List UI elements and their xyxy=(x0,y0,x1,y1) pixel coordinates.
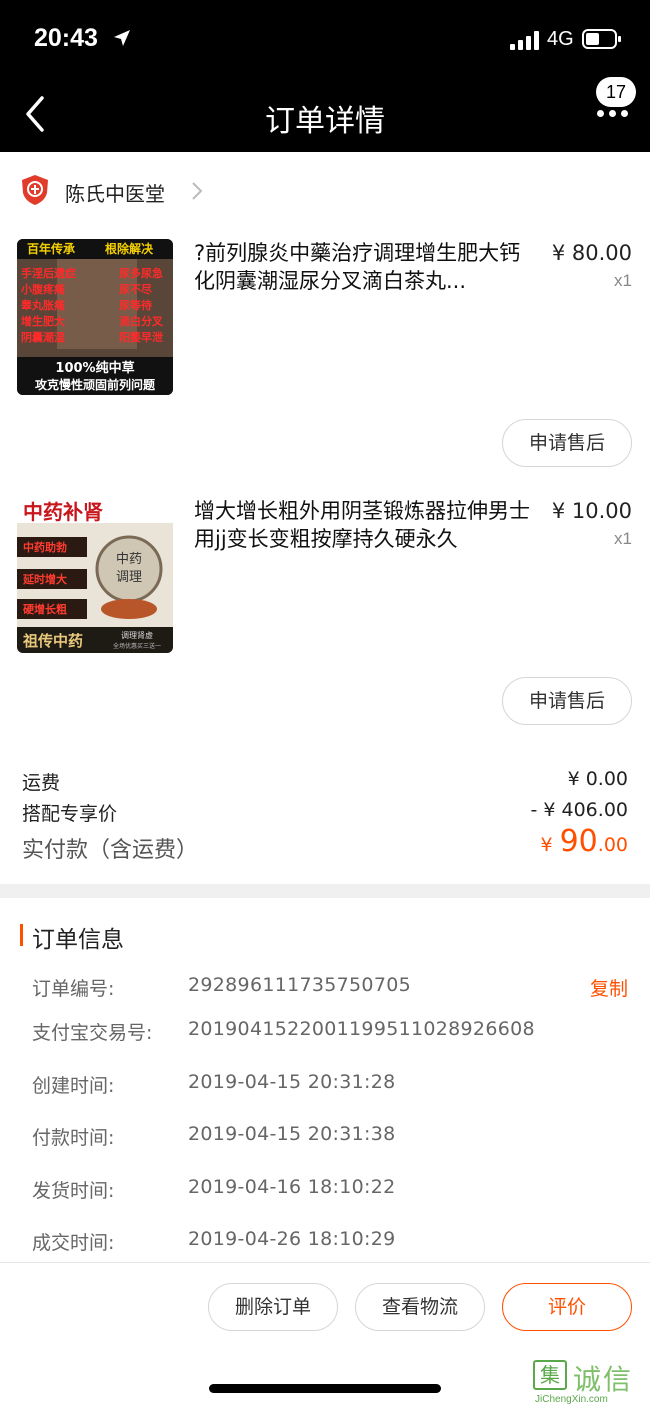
total-decimal: .00 xyxy=(597,834,628,856)
status-time: 20:43 xyxy=(34,24,98,52)
thumb-text: 滴白分叉 xyxy=(119,314,164,328)
chevron-right-icon xyxy=(192,182,203,200)
bundle-price-row: 搭配专享价 - ¥ 406.00 xyxy=(22,799,628,826)
info-value: 2019-04-15 20:31:28 xyxy=(188,1071,396,1093)
info-label: 付款时间: xyxy=(32,1127,115,1149)
action-bar-divider xyxy=(0,1262,650,1263)
shipping-value: ¥ 0.00 xyxy=(567,768,628,790)
signal-icon xyxy=(510,30,540,50)
after-sale-button[interactable]: 申请售后 xyxy=(502,677,632,725)
total-label: 实付款（含运费） xyxy=(22,838,199,863)
watermark-logo: 集 诚信 JiChengXin.com xyxy=(533,1354,648,1407)
thumb-text: 中药 xyxy=(116,552,142,567)
info-value: 2019041522001199511028926608 xyxy=(188,1018,535,1040)
thumb-text: 尿多尿急 xyxy=(119,266,163,280)
info-value: 2019-04-16 18:10:22 xyxy=(188,1176,396,1198)
product-image[interactable]: 中药补肾 中药助勃 延时增大 硬增长粗 中药 调理 祖传中药 调理肾虚 全场优惠… xyxy=(17,497,173,653)
watermark-box: 集 xyxy=(533,1360,567,1390)
total-integer: 90 xyxy=(559,824,598,859)
thumb-text: 100%纯中草 xyxy=(55,360,134,376)
thumb-text: 小腹疼痛 xyxy=(20,282,65,296)
thumb-text: 阴囊潮湿 xyxy=(21,330,65,344)
total-row: 实付款（含运费） ¥ 90.00 xyxy=(22,824,628,864)
message-badge[interactable]: 17 xyxy=(596,77,636,107)
thumb-text: 延时增大 xyxy=(22,572,67,586)
review-button[interactable]: 评价 xyxy=(502,1283,632,1331)
shop-logo-icon xyxy=(22,175,48,205)
thumb-text: 调理 xyxy=(116,570,142,585)
bundle-label: 搭配专享价 xyxy=(22,803,118,825)
product-title[interactable]: 增大增长粗外用阴茎锻炼器拉伸男士用jj变长变粗按摩持久硬永久 xyxy=(194,497,538,553)
info-label: 发货时间: xyxy=(32,1180,115,1202)
shop-header[interactable]: 陈氏中医堂 xyxy=(0,170,650,214)
thumb-text: 中药助勃 xyxy=(23,540,67,554)
thumb-text: 尿等待 xyxy=(119,298,152,312)
delete-order-button[interactable]: 删除订单 xyxy=(208,1283,338,1331)
info-value: 2019-04-15 20:31:38 xyxy=(188,1123,396,1145)
thumb-text: 攻克慢性顽固前列问题 xyxy=(35,377,156,392)
home-indicator[interactable] xyxy=(209,1384,441,1393)
watermark-url: JiChengXin.com xyxy=(535,1394,608,1405)
thumb-text: 尿不尽 xyxy=(119,283,153,296)
info-label: 支付宝交易号: xyxy=(32,1022,153,1044)
watermark-text: 诚信 xyxy=(573,1363,634,1396)
product-price: ¥ 10.00 xyxy=(551,499,632,523)
product-price: ¥ 80.00 xyxy=(551,241,632,265)
more-menu-icon[interactable] xyxy=(593,110,633,120)
thumb-text: 根除解决 xyxy=(105,241,154,256)
location-arrow-icon xyxy=(114,30,130,46)
thumb-text: 调理肾虚 xyxy=(121,630,153,640)
thumb-text: 阳萎早泄 xyxy=(119,330,163,344)
product-title[interactable]: ?前列腺炎中藥治疗调理增生肥大钙化阴囊潮湿尿分叉滴白茶丸... xyxy=(194,239,538,295)
product-quantity: x1 xyxy=(614,529,632,548)
view-logistics-button[interactable]: 查看物流 xyxy=(355,1283,485,1331)
product-quantity: x1 xyxy=(614,271,632,290)
product-item[interactable]: 中药补肾 中药助勃 延时增大 硬增长粗 中药 调理 祖传中药 调理肾虚 全场优惠… xyxy=(0,497,650,727)
info-value: 292896111735750705 xyxy=(188,974,411,996)
product-item[interactable]: 百年传承 根除解决 手淫后遗症 小腹疼痛 睾丸胀痛 增生肥大 阴囊潮湿 尿多尿急… xyxy=(0,239,650,469)
total-currency: ¥ xyxy=(540,834,553,856)
thumb-text: 睾丸胀痛 xyxy=(21,298,65,312)
shop-name: 陈氏中医堂 xyxy=(65,182,165,206)
network-type: 4G xyxy=(547,28,574,50)
info-label: 成交时间: xyxy=(32,1232,115,1254)
thumb-text: 全场优惠买三送一 xyxy=(113,642,161,650)
thumb-text: 百年传承 xyxy=(27,241,75,256)
thumb-text: 中药补肾 xyxy=(23,500,103,524)
thumb-text: 增生肥大 xyxy=(21,314,65,328)
page-title: 订单详情 xyxy=(265,104,385,139)
bundle-value: - ¥ 406.00 xyxy=(530,799,628,821)
copy-button[interactable]: 复制 xyxy=(590,974,628,1001)
after-sale-button[interactable]: 申请售后 xyxy=(502,419,632,467)
product-image[interactable]: 百年传承 根除解决 手淫后遗症 小腹疼痛 睾丸胀痛 增生肥大 阴囊潮湿 尿多尿急… xyxy=(17,239,173,395)
total-value: ¥ 90.00 xyxy=(541,824,629,859)
thumb-text: 手淫后遗症 xyxy=(21,266,76,280)
info-label: 创建时间: xyxy=(32,1075,115,1097)
thumb-text: 硬增长粗 xyxy=(23,602,67,616)
shipping-row: 运费 ¥ 0.00 xyxy=(22,768,628,795)
section-accent-bar xyxy=(20,924,23,946)
order-info-title: 订单信息 xyxy=(32,927,124,953)
shipping-label: 运费 xyxy=(22,772,61,794)
section-divider xyxy=(0,884,650,898)
battery-icon xyxy=(582,29,621,49)
top-bar: 20:43 4G 订单详情 17 xyxy=(0,0,650,152)
thumb-text: 祖传中药 xyxy=(22,632,83,650)
info-label: 订单编号: xyxy=(32,978,115,1000)
info-value: 2019-04-26 18:10:29 xyxy=(188,1228,396,1250)
